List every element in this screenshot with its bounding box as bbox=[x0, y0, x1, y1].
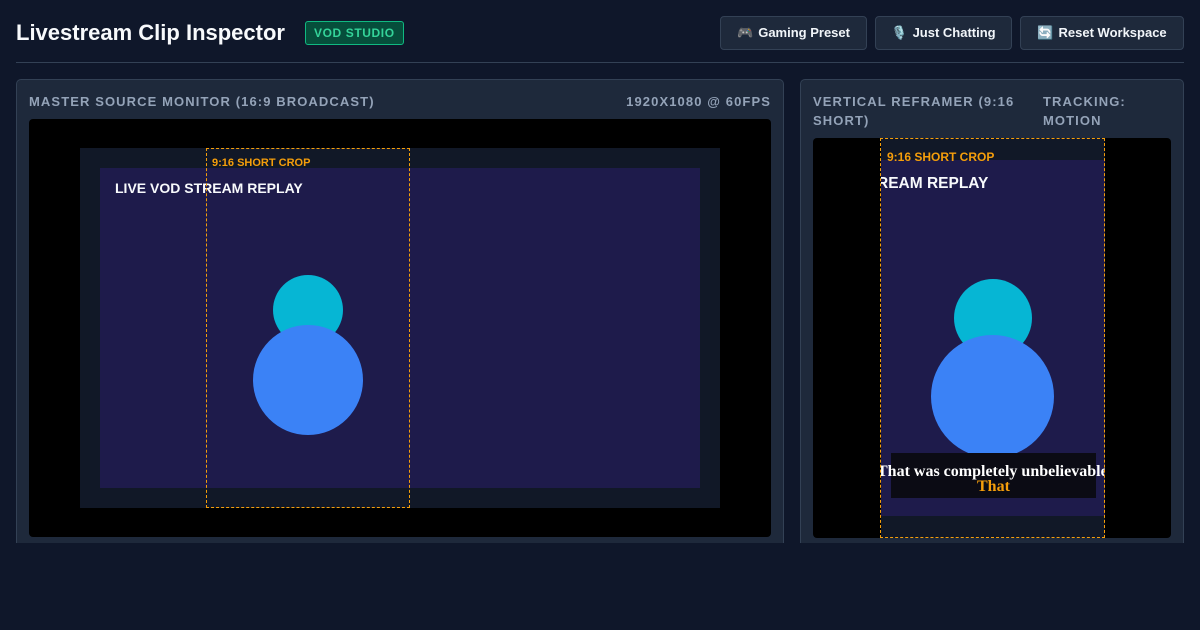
master-video-viewport[interactable]: LIVE VOD STREAM REPLAY 9:16 SHORT CROP bbox=[29, 119, 771, 537]
reset-workspace-label: Reset Workspace bbox=[1058, 25, 1167, 40]
vertical-reframer-title: VERTICAL REFRAMER (9:16 SHORT) bbox=[813, 92, 1014, 130]
master-monitor-panel: MASTER SOURCE MONITOR (16:9 BROADCAST) 1… bbox=[16, 79, 784, 543]
refresh-icon: 🔄 bbox=[1037, 26, 1054, 41]
gamepad-icon: 🎮 bbox=[737, 26, 754, 41]
master-monitor-title: MASTER SOURCE MONITOR (16:9 BROADCAST) bbox=[29, 94, 375, 109]
short-crop-box[interactable]: 9:16 SHORT CROP bbox=[206, 148, 410, 508]
just-chatting-button[interactable]: 🎙️ Just Chatting bbox=[875, 16, 1012, 50]
reset-workspace-button[interactable]: 🔄 Reset Workspace bbox=[1020, 16, 1184, 50]
vertical-crop-label: 9:16 SHORT CROP bbox=[887, 150, 995, 164]
app-title: Livestream Clip Inspector bbox=[16, 20, 285, 45]
tracking-mode: MOTION bbox=[1043, 113, 1102, 128]
gaming-preset-label: Gaming Preset bbox=[758, 25, 850, 40]
microphone-icon: 🎙️ bbox=[891, 26, 908, 41]
vertical-reframer-panel: VERTICAL REFRAMER (9:16 SHORT) TRACKING:… bbox=[800, 79, 1184, 543]
master-monitor-spec: 1920X1080 @ 60FPS bbox=[626, 94, 771, 109]
vertical-reframer-title-line1: VERTICAL REFRAMER (9:16 bbox=[813, 94, 1015, 109]
vertical-crop-box[interactable]: 9:16 SHORT CROP bbox=[880, 138, 1105, 538]
vertical-reframer-title-line2: SHORT) bbox=[813, 113, 870, 128]
app-header: Livestream Clip Inspector VOD STUDIO 🎮 Ga… bbox=[16, 0, 1184, 63]
studio-badge: VOD STUDIO bbox=[305, 21, 404, 45]
tracking-status: TRACKING: MOTION bbox=[1043, 92, 1126, 130]
tracking-label: TRACKING: bbox=[1043, 94, 1126, 109]
gaming-preset-button[interactable]: 🎮 Gaming Preset bbox=[720, 16, 867, 50]
vertical-video-viewport[interactable]: REAM REPLAY That was completely unbeliev… bbox=[813, 138, 1171, 538]
just-chatting-label: Just Chatting bbox=[912, 25, 996, 40]
short-crop-label: 9:16 SHORT CROP bbox=[212, 157, 311, 169]
